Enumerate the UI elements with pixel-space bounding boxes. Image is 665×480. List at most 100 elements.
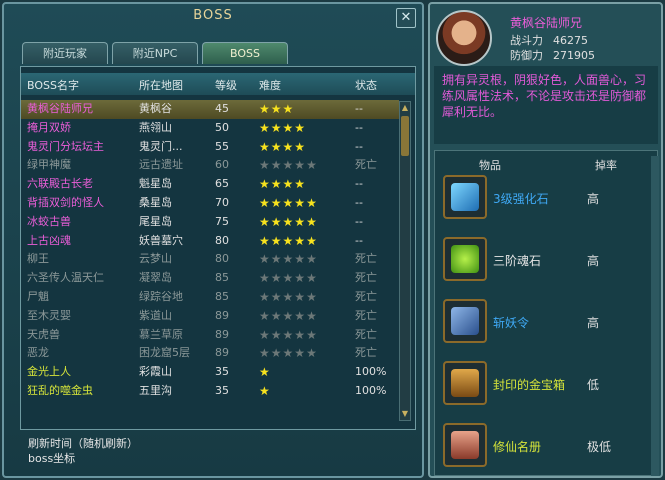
item-graphic bbox=[451, 431, 479, 459]
scroll-down-icon[interactable]: ▼ bbox=[400, 409, 410, 419]
table-row[interactable]: 上古凶魂 妖兽墓穴 80 ★★★★★ -- bbox=[21, 232, 399, 251]
star-icon: ★ bbox=[282, 233, 295, 248]
drop-rate: 高 bbox=[587, 192, 600, 206]
tab-nearby-npc[interactable]: 附近NPC bbox=[112, 42, 198, 64]
table-row[interactable]: 柳王 云梦山 80 ★★★★★ 死亡 bbox=[21, 250, 399, 269]
close-button[interactable]: ✕ bbox=[396, 8, 416, 28]
star-icon: ★ bbox=[270, 120, 283, 135]
star-icon: ★ bbox=[294, 327, 307, 342]
header-boss-name: BOSS名字 bbox=[27, 79, 79, 92]
table-row[interactable]: 狂乱的噬金虫 五里沟 35 ★ 100% bbox=[21, 382, 399, 401]
table-row[interactable]: 六圣传人温天仁 凝翠岛 85 ★★★★★ 死亡 bbox=[21, 269, 399, 288]
boss-status: 100% bbox=[355, 383, 387, 397]
boss-name: 黄枫谷陆师兄 bbox=[27, 102, 93, 115]
star-icon: ★ bbox=[270, 102, 283, 116]
drop-item[interactable]: 斩妖令 高 bbox=[443, 299, 643, 347]
tab-nearby-players[interactable]: 附近玩家 bbox=[22, 42, 108, 64]
boss-map: 紫道山 bbox=[139, 308, 172, 322]
panel-title: BOSS bbox=[193, 8, 233, 23]
boss-status: 死亡 bbox=[355, 252, 377, 266]
star-icon: ★ bbox=[259, 177, 271, 192]
scroll-thumb[interactable] bbox=[401, 116, 409, 156]
star-icon: ★ bbox=[282, 139, 295, 154]
star-icon: ★ bbox=[270, 346, 283, 361]
table-row[interactable]: 背插双剑的怪人 桑星岛 70 ★★★★★ -- bbox=[21, 194, 399, 213]
star-icon: ★ bbox=[294, 252, 307, 267]
boss-status: 死亡 bbox=[355, 308, 377, 322]
combat-value: 46275 bbox=[553, 34, 588, 47]
table-row[interactable]: 绿甲神魔 远古遗址 60 ★★★★★ 死亡 bbox=[21, 156, 399, 175]
table-row[interactable]: 掩月双娇 燕翎山 50 ★★★★ -- bbox=[21, 119, 399, 138]
star-icon: ★ bbox=[259, 252, 271, 267]
star-icon: ★ bbox=[259, 289, 271, 304]
star-icon: ★ bbox=[294, 308, 307, 323]
star-icon: ★ bbox=[259, 102, 271, 116]
table-row[interactable]: 六联殿古长老 魁星岛 65 ★★★★ -- bbox=[21, 175, 399, 194]
boss-level: 60 bbox=[215, 158, 229, 172]
boss-name: 恶龙 bbox=[27, 346, 49, 360]
boss-level: 55 bbox=[215, 139, 229, 153]
scroll-up-icon[interactable]: ▲ bbox=[400, 103, 410, 113]
boss-level: 85 bbox=[215, 271, 229, 285]
star-icon: ★ bbox=[270, 327, 283, 342]
boss-status: 死亡 bbox=[355, 327, 377, 341]
boss-table: BOSS名字 所在地图 等级 难度 状态 黄枫谷陆师兄 黄枫谷 45 ★★★ -- 掩月双… bbox=[20, 66, 416, 430]
treasure-chest-icon[interactable] bbox=[443, 361, 487, 405]
table-row[interactable]: 鬼灵门分坛坛主 鬼灵门... 55 ★★★★ -- bbox=[21, 138, 399, 157]
npc-name: 黄枫谷陆师兄 bbox=[510, 16, 583, 30]
scrollbar[interactable]: ▲ ▼ bbox=[399, 101, 411, 421]
boss-level: 50 bbox=[215, 120, 229, 134]
boss-map: 桑星岛 bbox=[139, 195, 172, 209]
star-icon: ★ bbox=[259, 139, 271, 154]
token-icon[interactable] bbox=[443, 299, 487, 343]
star-icon: ★ bbox=[259, 158, 271, 173]
tab-boss[interactable]: BOSS bbox=[202, 42, 288, 64]
star-icon: ★ bbox=[282, 346, 295, 361]
drop-item[interactable]: 三阶魂石 高 bbox=[443, 237, 643, 285]
header-map: 所在地图 bbox=[139, 79, 183, 92]
boss-panel: BOSS ✕ 附近玩家 附近NPC BOSS BOSS名字 所在地图 等级 难度… bbox=[2, 2, 424, 478]
avatar bbox=[436, 10, 492, 66]
item-graphic bbox=[451, 245, 479, 273]
boss-level: 45 bbox=[215, 102, 229, 115]
drop-item[interactable]: 修仙名册 极低 bbox=[443, 423, 643, 471]
boss-name: 背插双剑的怪人 bbox=[27, 195, 104, 209]
crystal-icon[interactable] bbox=[443, 175, 487, 219]
star-icon: ★ bbox=[306, 195, 318, 210]
table-row[interactable]: 冰蛟古兽 尾星岛 75 ★★★★★ -- bbox=[21, 213, 399, 232]
drop-item[interactable]: 封印的金宝箱 低 bbox=[443, 361, 643, 409]
drop-item-name: 3级强化石 bbox=[493, 192, 549, 206]
book-icon[interactable] bbox=[443, 423, 487, 467]
boss-status: -- bbox=[355, 120, 363, 134]
combat-label: 战斗力 bbox=[510, 34, 543, 47]
star-icon: ★ bbox=[306, 233, 318, 248]
difficulty-stars: ★★★★★ bbox=[259, 269, 349, 288]
boss-status: -- bbox=[355, 102, 363, 115]
green-soul-stone-icon[interactable] bbox=[443, 237, 487, 281]
difficulty-stars: ★★★★★ bbox=[259, 194, 349, 213]
star-icon: ★ bbox=[282, 289, 295, 304]
table-row[interactable]: 黄枫谷陆师兄 黄枫谷 45 ★★★ -- bbox=[21, 100, 399, 119]
star-icon: ★ bbox=[282, 214, 295, 229]
boss-name: 狂乱的噬金虫 bbox=[27, 383, 93, 397]
boss-name: 绿甲神魔 bbox=[27, 158, 71, 172]
boss-status: 100% bbox=[355, 365, 387, 379]
boss-name: 金光上人 bbox=[27, 365, 71, 379]
star-icon: ★ bbox=[270, 177, 283, 192]
table-row[interactable]: 恶龙 困龙窟5层 89 ★★★★★ 死亡 bbox=[21, 344, 399, 363]
star-icon: ★ bbox=[270, 252, 283, 267]
table-row[interactable]: 金光上人 彩霞山 35 ★ 100% bbox=[21, 363, 399, 382]
star-icon: ★ bbox=[270, 289, 283, 304]
drop-item[interactable]: 3级强化石 高 bbox=[443, 175, 643, 223]
drop-scrollbar[interactable] bbox=[651, 156, 659, 476]
header-difficulty: 难度 bbox=[259, 79, 281, 92]
table-row[interactable]: 尸魈 绿踪谷地 85 ★★★★★ 死亡 bbox=[21, 288, 399, 307]
table-row[interactable]: 天虎兽 慕兰草原 89 ★★★★★ 死亡 bbox=[21, 326, 399, 345]
combat-power: 战斗力 46275 bbox=[510, 32, 588, 48]
difficulty-stars: ★★★★★ bbox=[259, 250, 349, 269]
boss-map: 妖兽墓穴 bbox=[139, 233, 183, 247]
table-row[interactable]: 至木灵婴 紫道山 89 ★★★★★ 死亡 bbox=[21, 307, 399, 326]
boss-map: 彩霞山 bbox=[139, 365, 172, 379]
boss-map: 尾星岛 bbox=[139, 214, 172, 228]
star-icon: ★ bbox=[270, 308, 283, 323]
